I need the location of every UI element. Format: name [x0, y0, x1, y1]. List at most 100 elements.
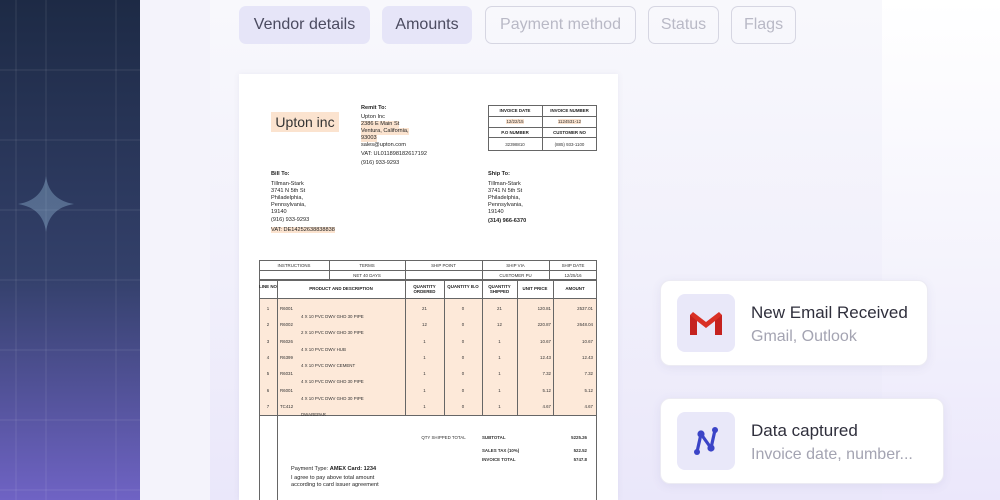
amount-cell: 7.32	[584, 371, 593, 377]
remit-line: Upton Inc	[361, 114, 385, 120]
table-divider	[444, 280, 445, 415]
instructions-header: INSTRUCTIONS	[277, 263, 311, 268]
qty-shipped-cell: 1	[498, 387, 501, 393]
bill-to-label: Bill To:	[271, 171, 290, 177]
sales-tax-label: SALES TAX (10%)	[482, 448, 520, 453]
qty-shipped-total-label: QTY SHIPPED TOTAL	[421, 435, 466, 440]
agreement-line: I agree to pay above total amount	[291, 475, 375, 481]
unit-price-header: UNIT PRICE	[522, 286, 548, 291]
subtotal-value: 5225.26	[571, 435, 587, 440]
terms-value: NET 40 DAYS	[353, 273, 381, 278]
unit-price-cell: 12.43	[540, 354, 551, 360]
unit-price-cell: 220.87	[537, 322, 551, 328]
data-captured-card[interactable]: Data captured Invoice date, number...	[660, 398, 944, 484]
card-subtitle: Gmail, Outlook	[751, 328, 857, 345]
tab-amounts[interactable]: Amounts	[382, 6, 472, 44]
unit-price-cell: 120.81	[537, 306, 551, 311]
ship-date-value: 12/25/16	[564, 273, 582, 278]
qty-ordered-cell: 21	[422, 306, 427, 311]
card-title: New Email Received	[751, 303, 908, 322]
product-header: PRODUCT AND DESCRIPTION	[309, 286, 373, 291]
unit-price-cell: 10.67	[540, 338, 551, 344]
grid-pattern	[0, 0, 140, 500]
qty-shipped-header: QUANTITY SHIPPED	[488, 284, 511, 294]
bill-to-line: Tillman-Stark	[271, 181, 304, 187]
email-received-card[interactable]: New Email Received Gmail, Outlook	[660, 280, 928, 366]
remit-line: (916) 933-9293	[361, 160, 400, 166]
qty-ordered-header: QUANTITY ORDERED	[413, 284, 436, 294]
product-code-cell: R6399	[280, 354, 293, 360]
ship-to-line: Tillman-Stark	[488, 181, 521, 187]
table-divider	[482, 280, 483, 415]
ship-to-phone: (314) 966-6370	[488, 218, 527, 224]
line-no-cell: 1	[266, 306, 270, 311]
amount-cell: 4.67	[584, 403, 593, 409]
ship-via-value: CUSTOMER PU	[499, 273, 532, 278]
qty-shipped-cell: 1	[498, 354, 501, 360]
ship-point-header: SHIP POINT	[431, 263, 456, 268]
product-description-cell: 4 X 10 PVC DWV CEMENT	[301, 362, 356, 368]
unit-price-cell: 5.12	[542, 387, 551, 393]
unit-price-cell: 4.67	[542, 403, 551, 409]
payment-type-label: Payment Type:	[291, 466, 329, 472]
tab-payment-method[interactable]: Payment method	[485, 6, 636, 44]
remit-line: 2386 E Main St	[361, 121, 400, 128]
table-divider	[488, 116, 597, 117]
po-number-value: 32398810	[505, 142, 525, 147]
invoice-date-label: INVOICE DATE	[499, 108, 531, 113]
qty-shipped-cell: 12	[497, 322, 502, 328]
table-divider	[553, 280, 554, 415]
ship-to-line: Philadelphia,	[488, 195, 521, 201]
product-description-cell: 4 X 10 PVC DWV GHD 30 PIPE	[301, 395, 364, 401]
qty-ordered-cell: 1	[423, 403, 426, 409]
product-description-cell: DWAREPAR	[301, 411, 326, 417]
tab-status[interactable]: Status	[648, 6, 719, 44]
product-description-cell: 4 X 10 PVC DWV GHD 30 PIPE	[301, 379, 364, 385]
qty-shipped-cell: 1	[498, 338, 501, 344]
tab-flags[interactable]: Flags	[731, 6, 796, 44]
remit-line: Ventura, California,	[361, 128, 409, 135]
remit-line: VAT: UL011898182617192	[361, 151, 427, 157]
table-divider	[405, 280, 406, 415]
table-divider	[259, 270, 597, 271]
customer-no-label: CUSTOMER NO	[553, 130, 586, 135]
product-code-cell: R6001	[280, 306, 293, 311]
qty-shipped-cell: 1	[498, 371, 501, 377]
qty-shipped-cell: 21	[497, 306, 502, 311]
invoice-date-value: 12/22/15	[506, 119, 524, 124]
bill-to-line: 3741 N 5th St	[271, 188, 306, 194]
amount-cell: 5.12	[584, 387, 593, 393]
invoice-number-value: 1124531-12	[557, 119, 582, 124]
product-description-cell: 4 X 10 PVC DWV HUB	[301, 346, 346, 352]
line-no-cell: 2	[266, 322, 270, 328]
line-no-header: LINE NO	[259, 284, 277, 289]
terms-header: TERMS	[359, 263, 375, 268]
amount-cell: 2648.04	[577, 322, 593, 328]
product-code-cell: R6002	[280, 322, 293, 328]
left-decorative-panel	[0, 0, 140, 500]
qty-bo-cell: 0	[461, 403, 465, 409]
line-no-cell: 4	[266, 354, 270, 360]
line-no-cell: 6	[266, 387, 270, 393]
ship-to-label: Ship To:	[488, 171, 510, 177]
product-code-cell: R6026	[280, 338, 293, 344]
amount-cell: 10.67	[582, 338, 593, 344]
agreement-line: according to card issuer agreement	[291, 482, 379, 488]
bill-to-line: (916) 933-9293	[271, 217, 310, 223]
remit-line: 93003	[361, 135, 377, 142]
gmail-icon	[677, 294, 735, 352]
card-subtitle: Invoice date, number...	[751, 446, 913, 463]
amount-cell: 2537.01	[577, 306, 593, 311]
qty-ordered-cell: 1	[423, 338, 426, 344]
tab-vendor-details[interactable]: Vendor details	[239, 6, 370, 44]
customer-no-value: (885) 933-1100	[554, 142, 585, 147]
po-number-label: P.O NUMBER	[501, 130, 529, 135]
amount-cell: 12.43	[582, 354, 593, 360]
qty-bo-cell: 0	[461, 354, 465, 360]
ship-to-line: 19140	[488, 209, 504, 215]
line-no-cell: 5	[266, 371, 270, 377]
qty-shipped-cell: 1	[498, 403, 501, 409]
product-description-cell: 4 X 10 PVC DWV GHD 30 PIPE	[301, 314, 364, 319]
invoice-total-value: 5747.8	[573, 457, 587, 462]
qty-bo-cell: 0	[461, 306, 465, 311]
